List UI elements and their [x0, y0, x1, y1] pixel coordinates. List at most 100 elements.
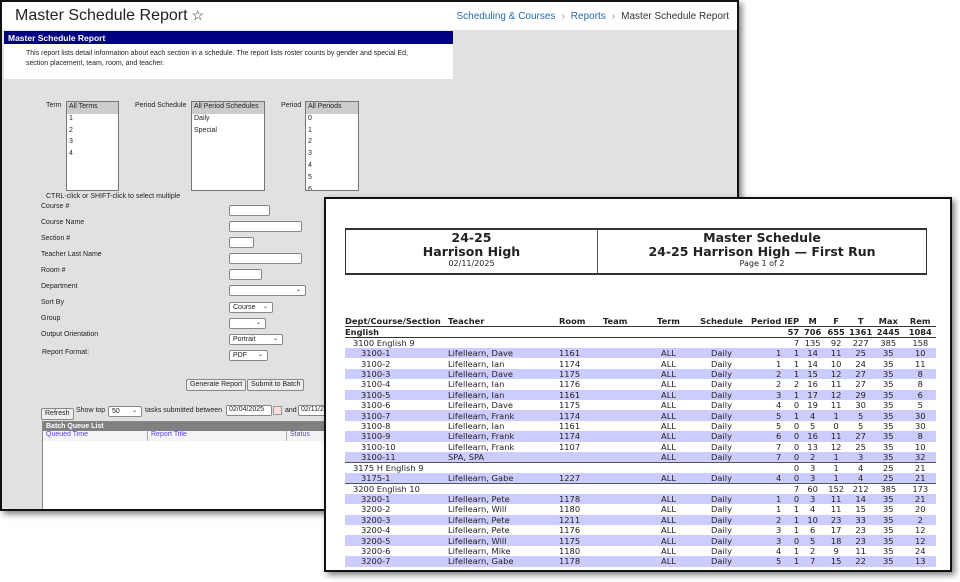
period-listbox[interactable]: All Periods 0 1 2 3 4 5 6: [305, 101, 359, 191]
section-row: 3100-9 Lifellearn, Frank 1174 ALL Daily 6 0 16 1…: [345, 431, 937, 442]
listbox-option[interactable]: All Terms: [67, 102, 118, 114]
generate-report-button[interactable]: Generate Report: [186, 379, 247, 391]
table-cell: [603, 379, 645, 389]
sort-by-label: Sort By: [41, 299, 64, 306]
table-cell: 3100-6: [361, 400, 391, 411]
orientation-label: Output Orientation: [41, 331, 99, 338]
show-top-select[interactable]: 50 ⌄: [108, 406, 142, 417]
table-cell: Daily: [711, 504, 732, 515]
listbox-option[interactable]: 3: [306, 149, 358, 161]
table-cell: Daily: [692, 451, 751, 463]
submit-to-batch-button[interactable]: Submit to Batch: [247, 379, 305, 391]
table-cell: ALL: [661, 504, 676, 515]
table-cell: 5: [858, 420, 864, 431]
table-cell: 35: [882, 400, 894, 411]
table-cell: SPA, SPA: [448, 451, 559, 463]
table-cell: Daily: [711, 441, 732, 452]
group-select[interactable]: ⌄: [229, 318, 266, 329]
table-cell: 0: [784, 493, 803, 505]
table-cell: Daily: [711, 379, 732, 390]
table-cell: 1: [784, 514, 803, 526]
column-header: F: [823, 316, 850, 327]
course-num-input[interactable]: [229, 205, 270, 216]
table-cell: 5: [776, 420, 782, 431]
dept-row: English 57 706 655 1361 2445 1084: [345, 326, 937, 338]
listbox-option[interactable]: 2: [306, 137, 358, 149]
listbox-option[interactable]: 2: [67, 126, 118, 138]
table-cell: 1: [776, 504, 782, 515]
table-cell: 27: [849, 368, 873, 380]
table-cell: 12: [914, 525, 926, 536]
period-label: Period: [281, 102, 302, 109]
course-name-input[interactable]: [229, 221, 302, 232]
table-cell: 24: [855, 358, 866, 369]
sort-by-select[interactable]: Course ⌄: [229, 302, 273, 313]
listbox-option[interactable]: 4: [67, 149, 118, 161]
department-select[interactable]: ⌄: [229, 285, 306, 296]
table-cell: ALL: [645, 451, 692, 463]
col-queued-time[interactable]: Queued Time: [43, 431, 148, 441]
table-cell: 15: [823, 556, 850, 567]
table-cell: 1161: [559, 420, 581, 431]
listbox-option[interactable]: All Periods: [306, 102, 358, 114]
start-date-input[interactable]: 02/04/2025: [226, 405, 272, 416]
table-cell: 3: [776, 525, 782, 536]
table-cell: 8: [904, 368, 937, 380]
table-cell: [692, 461, 751, 473]
listbox-option[interactable]: 6: [306, 185, 358, 190]
col-report-title[interactable]: Report Title: [148, 431, 287, 441]
table-cell: [603, 461, 645, 473]
room-input[interactable]: [229, 269, 262, 280]
format-select[interactable]: PDF ⌄: [229, 350, 268, 361]
table-cell: 23: [823, 514, 850, 526]
listbox-option[interactable]: Special: [192, 126, 264, 138]
table-cell: 4: [810, 504, 816, 515]
column-header: M: [802, 316, 824, 327]
refresh-button[interactable]: Refresh: [41, 408, 74, 420]
breadcrumb-reports[interactable]: Reports: [571, 11, 606, 22]
table-cell: ALL: [645, 410, 692, 421]
table-cell: 1180: [559, 546, 581, 557]
breadcrumb-scheduling[interactable]: Scheduling & Courses: [457, 11, 556, 22]
table-cell: 7: [751, 451, 785, 463]
table-cell: [559, 482, 603, 494]
orientation-select[interactable]: Portrait ⌄: [229, 334, 283, 345]
section-row: 3200-6 Lifellearn, Mike 1180 ALL Daily 4 1 2 9 11…: [345, 546, 936, 556]
teacher-input[interactable]: [229, 253, 302, 264]
table-cell: 1174: [559, 358, 581, 369]
table-cell: 4: [776, 400, 782, 411]
table-cell: 12: [904, 535, 937, 546]
period-schedule-listbox[interactable]: All Period Schedules Daily Special: [191, 101, 265, 191]
listbox-option[interactable]: Daily: [192, 114, 264, 126]
listbox-option[interactable]: 3: [67, 137, 118, 149]
table-cell: [559, 461, 603, 473]
table-cell: 23: [855, 525, 866, 536]
table-cell: 2: [802, 451, 824, 463]
table-cell: 22: [849, 556, 873, 567]
section-row: 3200-3 Lifellearn, Pete 1211 ALL Daily 2 1 10 23…: [345, 514, 937, 526]
table-cell: 1176: [559, 525, 581, 536]
listbox-option[interactable]: 5: [306, 173, 358, 185]
table-cell: 35: [882, 525, 894, 536]
section-input[interactable]: [229, 237, 254, 248]
listbox-option[interactable]: All Period Schedules: [192, 102, 264, 114]
table-cell: 135: [802, 337, 824, 348]
table-cell: 3175 H English 9: [345, 461, 448, 473]
table-cell: 1: [793, 525, 800, 536]
table-cell: 1175: [559, 400, 581, 411]
listbox-option[interactable]: 0: [306, 114, 358, 126]
listbox-option[interactable]: 4: [306, 161, 358, 173]
table-cell: 0: [793, 420, 800, 431]
table-cell: ALL: [645, 389, 692, 400]
table-cell: 1: [751, 348, 785, 359]
table-cell: Daily: [711, 525, 732, 536]
listbox-option[interactable]: 1: [306, 126, 358, 138]
star-icon[interactable]: ☆: [192, 7, 205, 23]
listbox-option[interactable]: 1: [67, 114, 118, 126]
table-cell: 1: [793, 358, 800, 369]
calendar-icon[interactable]: [273, 406, 282, 415]
term-listbox[interactable]: All Terms 1 2 3 4: [66, 101, 119, 191]
school-year: 24-25: [451, 230, 492, 245]
table-cell: 5: [810, 420, 816, 431]
table-cell: 11: [830, 400, 842, 411]
